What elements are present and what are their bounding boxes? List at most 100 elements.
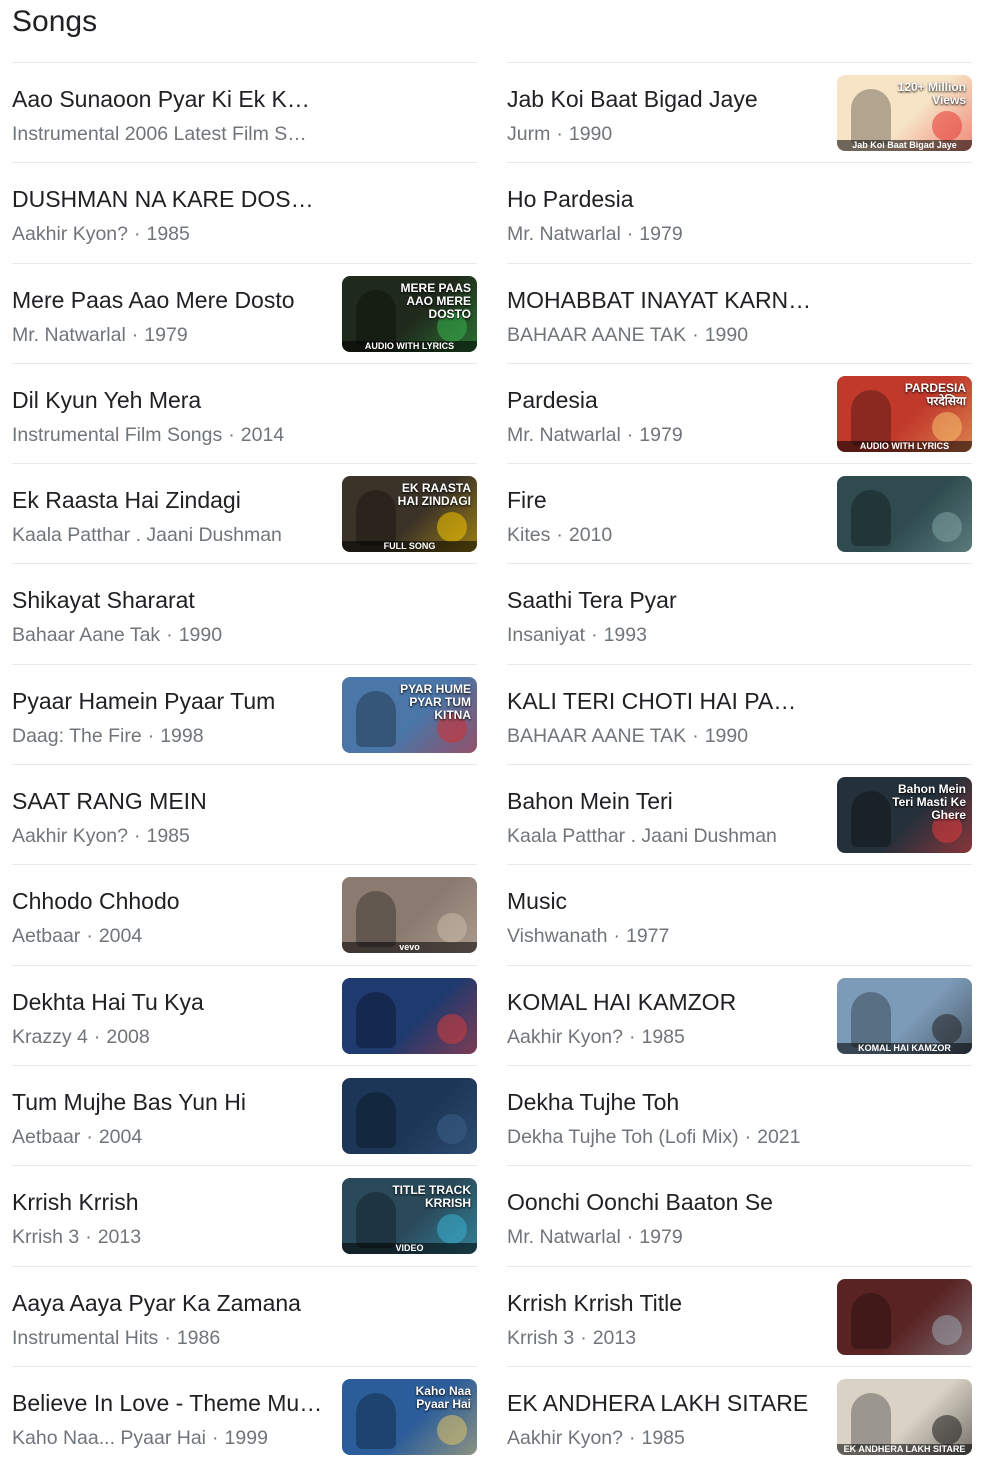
thumbnail-text: Bahon Mein Teri Masti Ke Ghere (892, 782, 966, 823)
song-title: KALI TERI CHOTI HAI PARANDA TERA LAL NI (507, 687, 812, 714)
album-name: Mr. Natwarlal (507, 223, 621, 246)
thumbnail-highlight (437, 1414, 467, 1445)
album-name: Instrumental Film Songs (12, 423, 223, 446)
thumbnail-highlight (932, 512, 962, 543)
release-year: 2004 (98, 925, 143, 948)
album-name: Aakhir Kyon? (12, 825, 128, 848)
separator-dot: · (85, 1226, 92, 1249)
song-title: Krrish Krrish Title (507, 1289, 683, 1316)
album-name: Aakhir Kyon? (507, 1426, 623, 1449)
thumbnail-text: EK RAASTA HAI ZINDAGI (397, 481, 471, 509)
song-row-dushman-na-kare-dost-ne-woh-kaam-kiya-hai[interactable]: DUSHMAN NA KARE DOST NE WOH KAAM KIYA HA… (12, 162, 477, 262)
thumbnail-figure (356, 1091, 396, 1148)
song-thumbnail[interactable]: Bahon Mein Teri Masti Ke Ghere (837, 777, 972, 854)
song-row-aaya-aaya-pyar-ka-zamana[interactable]: Aaya Aaya Pyar Ka Zamana Instrumental Hit… (12, 1265, 477, 1366)
separator-dot: · (626, 223, 634, 246)
separator-dot: · (628, 1426, 636, 1449)
thumbnail-text: 120+ Million Views (897, 80, 966, 107)
song-row-mohabbat-inayat-karne-wale[interactable]: MOHABBAT INAYAT KARNE WALE BAHAAR AANE TA… (507, 262, 972, 363)
song-thumbnail[interactable] (837, 476, 972, 553)
song-row-tum-mujhe-bas-yun-hi[interactable]: Tum Mujhe Bas Yun Hi Aetbaar · 2004 (12, 1064, 477, 1165)
separator-dot: · (133, 223, 141, 246)
song-thumbnail[interactable] (837, 1278, 972, 1355)
album-name: Krrish 3 (12, 1226, 80, 1249)
album-name: Bahaar Aane Tak (12, 624, 161, 647)
song-title: Krrish Krrish (12, 1189, 139, 1216)
album-name: Aetbaar (12, 1125, 81, 1148)
song-row-komal-hai-kamzor[interactable]: KOMAL HAI KAMZOR Aakhir Kyon? · 1985 KOMAL H… (507, 964, 972, 1065)
song-subtitle: Bahaar Aane Tak · 1990 (12, 621, 317, 649)
song-thumbnail[interactable]: EK ANDHERA LAKH SITARE (837, 1378, 972, 1455)
song-subtitle: Aakhir Kyon? · 1985 (507, 1424, 822, 1452)
song-row-oonchi-oonchi-baaton-se[interactable]: Oonchi Oonchi Baaton Se Mr. Natwarlal · 197… (507, 1165, 972, 1265)
song-subtitle: Aakhir Kyon? · 1985 (12, 822, 317, 850)
song-thumbnail[interactable]: TITLE TRACK KRRISH VIDEO (342, 1178, 477, 1255)
separator-dot: · (692, 724, 699, 747)
song-thumbnail[interactable]: PYAR HUME PYAR TUM KITNA (342, 676, 477, 753)
release-year: 1999 (224, 1426, 268, 1449)
song-title: Dekha Tujhe Toh (507, 1088, 680, 1115)
song-row-dekhta-hai-tu-kya[interactable]: Dekhta Hai Tu Kya Krazzy 4 · 2008 (12, 964, 477, 1065)
song-subtitle: Mr. Natwarlal · 1979 (507, 220, 812, 248)
song-row-aao-sunaoon-pyar-ki-ek-kahani[interactable]: Aao Sunaoon Pyar Ki Ek Kahani Instrumenta… (12, 62, 477, 162)
song-title: SAAT RANG MEIN (12, 788, 207, 815)
separator-dot: · (613, 925, 620, 948)
song-row-krrish-krrish-title[interactable]: Krrish Krrish Title Krrish 3 · 2013 (507, 1265, 972, 1366)
song-thumbnail[interactable]: MERE PAAS AAO MERE DOSTO AUDIO WITH LYRIC… (342, 275, 477, 352)
thumbnail-highlight (437, 913, 467, 944)
song-row-jab-koi-baat-bigad-jaye[interactable]: Jab Koi Baat Bigad Jaye Jurm · 1990 120+ Mil… (507, 62, 972, 162)
song-thumbnail[interactable]: vevo (342, 877, 477, 954)
thumbnail-figure (356, 991, 396, 1048)
song-row-bahon-mein-teri[interactable]: Bahon Mein Teri Kaala Patthar . Jaani Dus… (507, 764, 972, 864)
song-subtitle: Instrumental Hits · 1986 (12, 1324, 317, 1352)
album-name: Instrumental Hits (12, 1326, 159, 1349)
thumbnail-figure (356, 690, 396, 747)
song-title: MOHABBAT INAYAT KARNE WALE (507, 286, 812, 313)
song-title: Shikayat Shararat (12, 587, 195, 614)
song-row-pyaar-hamein-pyaar-tum[interactable]: Pyaar Hamein Pyaar Tum Daag: The Fire · 199… (12, 663, 477, 764)
release-year: 2004 (98, 1125, 143, 1148)
thumbnail-highlight (437, 512, 467, 543)
song-title: Saathi Tera Pyar (507, 587, 677, 614)
separator-dot: · (166, 624, 173, 647)
song-row-chhodo-chhodo[interactable]: Chhodo Chhodo Aetbaar · 2004 vevo (12, 864, 477, 964)
song-row-krrish-krrish[interactable]: Krrish Krrish Krrish 3 · 2013 TITLE TRACK KR… (12, 1165, 477, 1265)
song-row-fire[interactable]: Fire Kites · 2010 (507, 463, 972, 563)
album-name: Dekha Tujhe Toh (Lofi Mix) (507, 1125, 739, 1148)
song-row-ek-raasta-hai-zindagi[interactable]: Ek Raasta Hai Zindagi Kaala Patthar . Jaa… (12, 463, 477, 563)
song-row-ek-andhera-lakh-sitare[interactable]: EK ANDHERA LAKH SITARE Aakhir Kyon? · 1985 E… (507, 1365, 972, 1466)
song-thumbnail[interactable] (342, 1077, 477, 1154)
separator-dot: · (86, 925, 93, 948)
song-row-ho-pardesia[interactable]: Ho Pardesia Mr. Natwarlal · 1979 (507, 162, 972, 262)
song-row-saathi-tera-pyar[interactable]: Saathi Tera Pyar Insaniyat · 1993 (507, 563, 972, 663)
song-subtitle: Krazzy 4 · 2008 (12, 1023, 327, 1051)
song-row-mere-paas-aao-mere-dosto[interactable]: Mere Paas Aao Mere Dosto Mr. Natwarlal · 19… (12, 262, 477, 363)
song-thumbnail[interactable]: Kaho Naa Pyaar Hai (342, 1378, 477, 1455)
thumbnail-caption: AUDIO WITH LYRICS (837, 440, 972, 452)
song-thumbnail[interactable]: PARDESIA परदेसिया AUDIO WITH LYRICS (837, 375, 972, 452)
release-year: 1979 (639, 1226, 683, 1249)
song-title: Pyaar Hamein Pyaar Tum (12, 687, 276, 714)
song-row-saat-rang-mein[interactable]: SAAT RANG MEIN Aakhir Kyon? · 1985 (12, 764, 477, 864)
song-row-music[interactable]: Music Vishwanath · 1977 (507, 864, 972, 964)
songs-left-column: Aao Sunaoon Pyar Ki Ek Kahani Instrumenta… (12, 62, 477, 1466)
song-row-dil-kyun-yeh-mera[interactable]: Dil Kyun Yeh Mera Instrumental Film Songs… (12, 362, 477, 463)
song-thumbnail[interactable]: 120+ Million Views Jab Koi Baat Bigad Jay… (837, 75, 972, 151)
thumbnail-caption: Jab Koi Baat Bigad Jaye (837, 140, 972, 151)
release-year: 1990 (704, 323, 749, 346)
song-row-pardesia[interactable]: Pardesia Mr. Natwarlal · 1979 PARDESIA परदेस… (507, 362, 972, 463)
separator-dot: · (133, 825, 141, 848)
song-title: Believe In Love - Theme Music (12, 1389, 327, 1416)
thumbnail-figure (851, 389, 891, 446)
release-year: 2021 (757, 1125, 801, 1148)
song-title: Ek Raasta Hai Zindagi (12, 487, 241, 514)
song-thumbnail[interactable]: EK RAASTA HAI ZINDAGI FULL SONG (342, 476, 477, 553)
song-row-believe-in-love-theme-music[interactable]: Believe In Love - Theme Music Kaho Naa...… (12, 1365, 477, 1466)
separator-dot: · (147, 724, 155, 747)
song-row-shikayat-shararat[interactable]: Shikayat Shararat Bahaar Aane Tak · 1990 (12, 563, 477, 663)
song-thumbnail[interactable] (342, 977, 477, 1054)
song-row-dekha-tujhe-toh[interactable]: Dekha Tujhe Toh Dekha Tujhe Toh (Lofi Mix… (507, 1064, 972, 1165)
page-title: Songs (12, 5, 98, 38)
song-row-kali-teri-choti-hai-paranda-tera-lal-ni[interactable]: KALI TERI CHOTI HAI PARANDA TERA LAL NI B… (507, 663, 972, 764)
song-thumbnail[interactable]: KOMAL HAI KAMZOR (837, 977, 972, 1054)
